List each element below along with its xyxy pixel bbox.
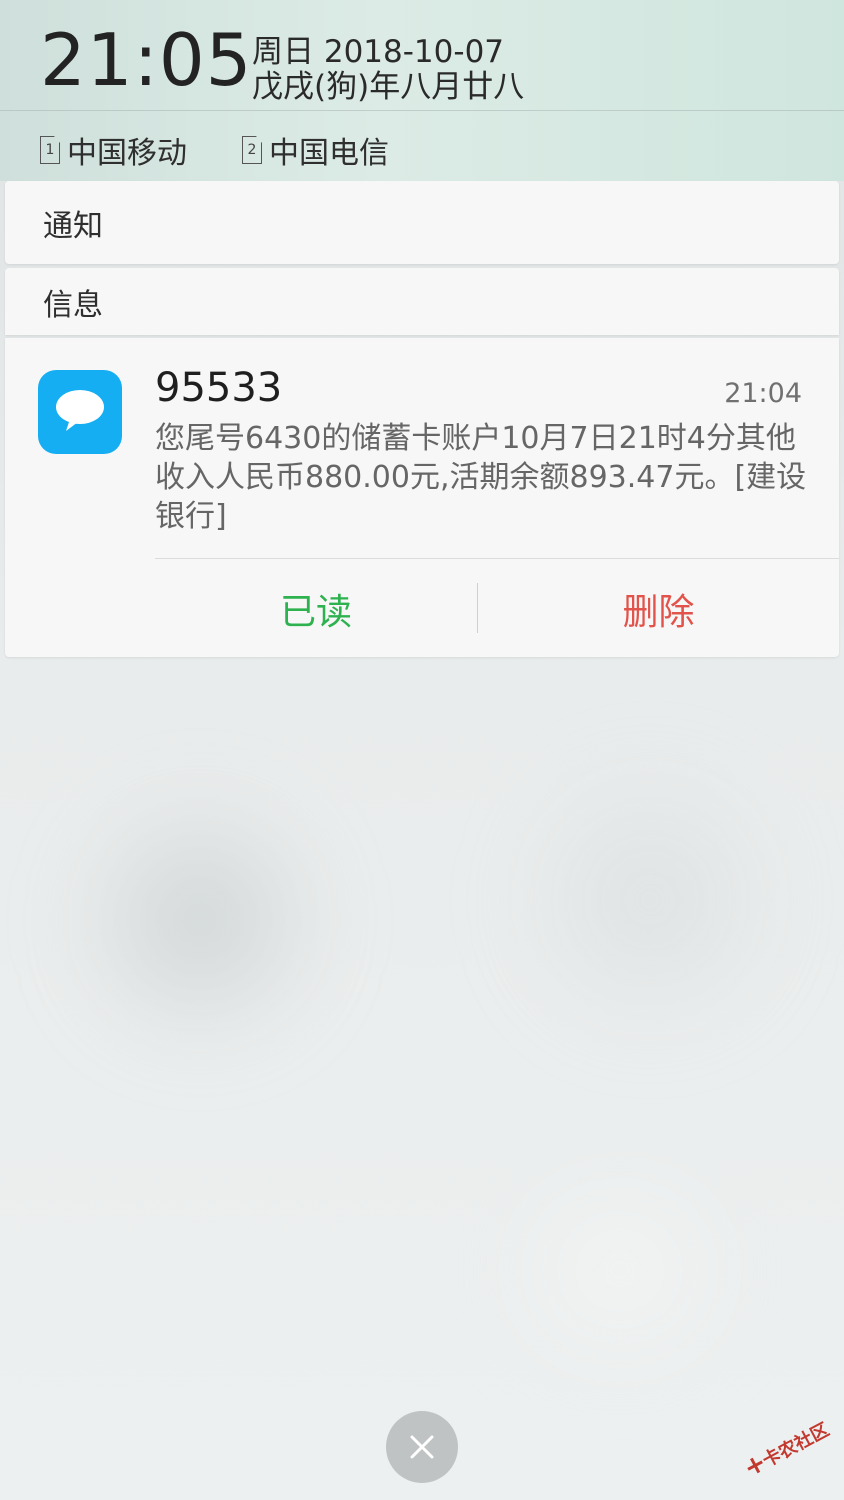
- background-blur-shape: [470, 1180, 770, 1360]
- section-title: 通知: [43, 208, 103, 244]
- carrier-slot-2: 2 中国电信: [242, 128, 389, 172]
- carrier-slot-1: 1 中国移动: [40, 128, 187, 172]
- message-notification-card[interactable]: 95533 21:04 您尾号6430的储蓄卡账户10月7日21时4分其他收入人…: [5, 338, 839, 657]
- message-time: 21:04: [724, 378, 802, 409]
- close-icon: [410, 1435, 434, 1459]
- message-body: 您尾号6430的储蓄卡账户10月7日21时4分其他收入人民币880.00元,活期…: [155, 421, 807, 534]
- carrier-name: 中国移动: [67, 136, 187, 171]
- message-card-divider: [155, 558, 839, 559]
- notification-section-header[interactable]: 通知: [5, 181, 839, 264]
- clock-time: 21:05: [40, 18, 253, 102]
- sim-card-icon: 2: [242, 136, 262, 164]
- site-watermark: 卡农社区: [733, 1397, 844, 1497]
- message-bubble-icon: [38, 370, 122, 454]
- background-blur-shape: [70, 790, 330, 1050]
- watermark-text: 卡农社区: [759, 1419, 833, 1472]
- lunar-date: 戊戌(狗)年八月廿八: [252, 69, 525, 105]
- delete-button[interactable]: 删除: [478, 563, 839, 655]
- message-sender: 95533: [155, 365, 283, 411]
- sim-card-icon: 1: [40, 136, 60, 164]
- clear-notifications-button[interactable]: [386, 1411, 458, 1483]
- section-title: 信息: [43, 287, 103, 323]
- carrier-name: 中国电信: [269, 136, 389, 171]
- mark-read-button[interactable]: 已读: [155, 563, 477, 655]
- background-blur-shape: [520, 760, 780, 1040]
- message-section-header[interactable]: 信息: [5, 268, 839, 335]
- header-divider: [0, 110, 844, 111]
